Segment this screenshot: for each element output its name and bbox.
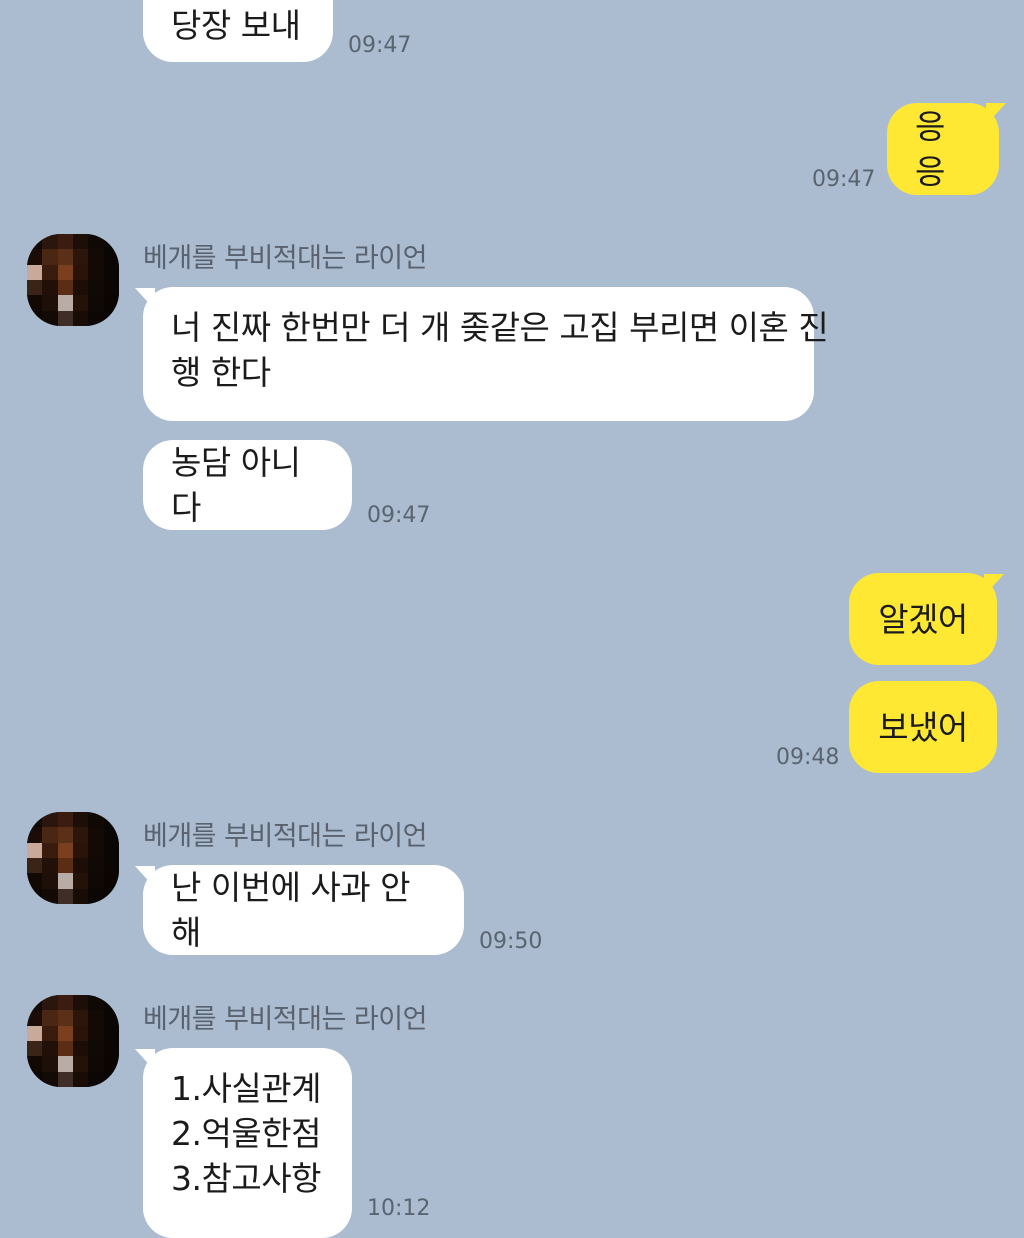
- message-text: 농담 아니다: [171, 443, 301, 527]
- message-bubble[interactable]: 1.사실관계 2.억울한점 3.참고사항: [143, 1048, 352, 1238]
- message-text: 알겠어: [878, 599, 968, 639]
- message-bubble[interactable]: 당장 보내: [143, 0, 333, 62]
- message-timestamp: 09:47: [367, 503, 431, 528]
- message-text-line: 2.억울한점: [171, 1114, 321, 1153]
- message-timestamp: 10:12: [367, 1196, 431, 1221]
- message-text: 보냈어: [878, 707, 968, 747]
- message-text-line: 행 한다: [171, 353, 271, 392]
- avatar[interactable]: [27, 812, 119, 904]
- message-bubble[interactable]: 보냈어: [849, 681, 997, 773]
- sender-name: 베개를 부비적대는 라이언: [143, 821, 427, 852]
- message-text-line: 너 진짜 한번만 더 개 좆같은 고집 부리면 이혼 진: [171, 308, 829, 347]
- message-timestamp: 09:47: [812, 167, 876, 192]
- message-bubble[interactable]: 너 진짜 한번만 더 개 좆같은 고집 부리면 이혼 진 행 한다: [143, 287, 829, 421]
- message-bubble[interactable]: 농담 아니다: [143, 440, 352, 530]
- message-bubble[interactable]: 난 이번에 사과 안해: [143, 865, 464, 955]
- avatar[interactable]: [27, 234, 119, 326]
- bubble-tail: [984, 574, 1004, 596]
- message-bubble[interactable]: 응응: [887, 103, 999, 195]
- message-timestamp: 09:50: [479, 929, 543, 954]
- message-text: 응응: [915, 107, 945, 191]
- message-text: 당장 보내: [171, 5, 301, 45]
- sender-name: 베개를 부비적대는 라이언: [143, 243, 427, 274]
- sender-name: 베개를 부비적대는 라이언: [143, 1004, 427, 1035]
- message-text-line: 3.참고사항: [171, 1159, 321, 1198]
- bubble-tail: [986, 103, 1006, 125]
- message-timestamp: 09:47: [348, 33, 412, 58]
- message-text: 난 이번에 사과 안해: [171, 868, 411, 952]
- message-text-line: 1.사실관계: [171, 1069, 321, 1108]
- avatar[interactable]: [27, 995, 119, 1087]
- message-timestamp: 09:48: [776, 745, 840, 770]
- message-bubble[interactable]: 알겠어: [849, 573, 997, 665]
